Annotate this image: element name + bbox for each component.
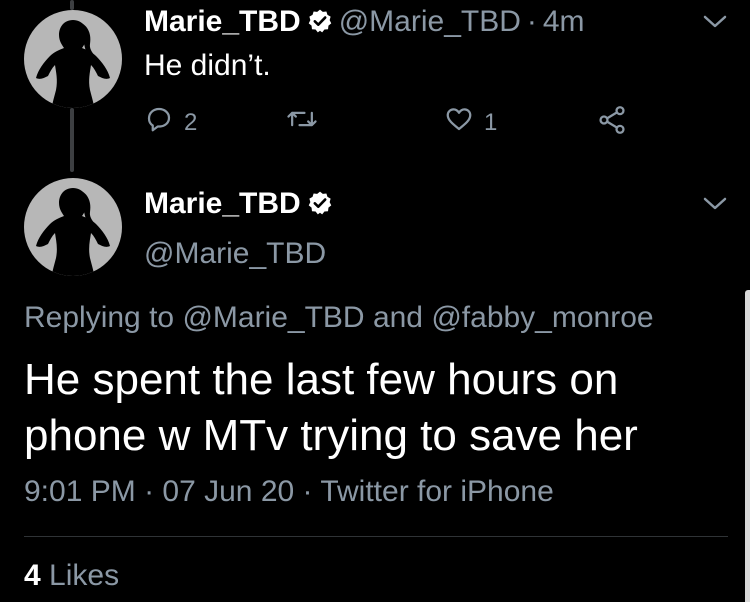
replying-user-link[interactable]: @fabby_monroe bbox=[431, 301, 653, 334]
tweet-meta: 9:01 PM · 07 Jun 20 · Twitter for iPhone bbox=[24, 474, 554, 510]
author-handle[interactable]: @Marie_TBD bbox=[339, 5, 521, 38]
retweet-button[interactable] bbox=[286, 104, 328, 141]
replying-prefix: Replying to bbox=[24, 301, 175, 334]
tweet-actions: 2 1 bbox=[0, 104, 750, 140]
author-handle[interactable]: @Marie_TBD bbox=[144, 236, 326, 272]
tweet-text: He didn’t. bbox=[144, 49, 271, 82]
tweet-source[interactable]: Twitter for iPhone bbox=[320, 475, 553, 508]
verified-badge-icon bbox=[307, 189, 333, 225]
chevron-down-icon[interactable] bbox=[702, 196, 728, 217]
replying-and: and bbox=[372, 301, 423, 334]
separator: · bbox=[526, 5, 537, 38]
thread-line-top bbox=[70, 0, 74, 10]
share-button[interactable] bbox=[596, 104, 628, 143]
verified-badge-icon bbox=[307, 7, 333, 43]
likes-label: Likes bbox=[49, 559, 120, 592]
separator: · bbox=[144, 475, 155, 508]
reply-icon bbox=[144, 104, 174, 141]
tweet-date: 07 Jun 20 bbox=[162, 475, 295, 508]
reply-button[interactable]: 2 bbox=[144, 104, 197, 141]
avatar[interactable] bbox=[24, 10, 122, 108]
retweet-icon bbox=[286, 104, 318, 141]
author-name[interactable]: Marie_TBD bbox=[144, 5, 301, 38]
divider bbox=[24, 536, 728, 537]
timestamp[interactable]: 4m bbox=[543, 5, 585, 38]
heart-icon bbox=[444, 104, 474, 141]
author-name[interactable]: Marie_TBD bbox=[144, 187, 301, 220]
tweet1-header: Marie_TBD @Marie_TBD · 4m bbox=[144, 4, 585, 43]
author-name-row: Marie_TBD bbox=[144, 186, 339, 225]
reply-count: 2 bbox=[184, 108, 198, 136]
likes-count: 4 bbox=[24, 559, 41, 592]
tweet-time: 9:01 PM bbox=[24, 475, 136, 508]
separator: · bbox=[302, 475, 313, 508]
replying-to: Replying to @Marie_TBD and @fabby_monroe bbox=[24, 300, 654, 336]
share-icon bbox=[596, 104, 628, 143]
avatar[interactable] bbox=[24, 178, 122, 276]
tweet-text: He spent the last few hours on phone w M… bbox=[24, 355, 638, 460]
like-button[interactable]: 1 bbox=[444, 104, 497, 141]
replying-user-link[interactable]: @Marie_TBD bbox=[182, 301, 364, 334]
likes-link[interactable]: 4 Likes bbox=[24, 558, 119, 594]
chevron-down-icon[interactable] bbox=[702, 14, 728, 35]
scrollbar[interactable] bbox=[745, 290, 750, 602]
like-count: 1 bbox=[484, 108, 498, 136]
